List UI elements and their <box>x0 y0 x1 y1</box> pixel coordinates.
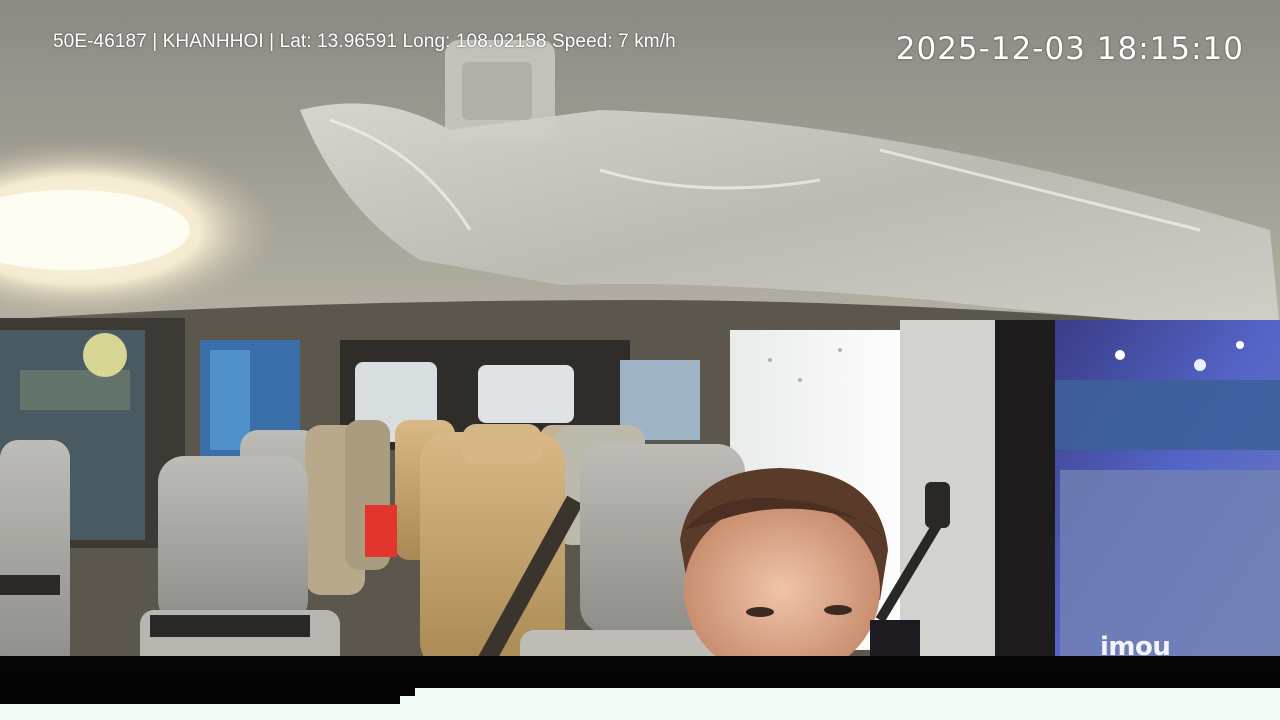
letterbox-bar-lower <box>0 672 1280 688</box>
letterbox-bar-fragment-2 <box>0 696 400 704</box>
gps-info-overlay: 50E-46187 | KHANHHOI | Lat: 13.96591 Lon… <box>53 31 676 52</box>
letterbox-bar <box>0 656 1280 672</box>
camera-scene: 50E-46187 | KHANHHOI | Lat: 13.96591 Lon… <box>0 0 1280 672</box>
timestamp-overlay: 2025-12-03 18:15:10 <box>895 31 1244 67</box>
letterbox-bar-fragment <box>0 688 415 696</box>
van-interior-image <box>0 0 1280 672</box>
dashcam-frame: 50E-46187 | KHANHHOI | Lat: 13.96591 Lon… <box>0 0 1280 720</box>
